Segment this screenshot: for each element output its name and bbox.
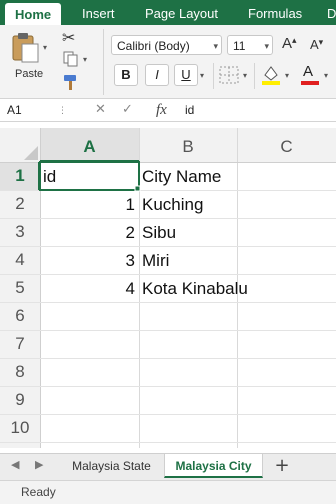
tab-formulas[interactable]: Formulas xyxy=(238,0,312,25)
insert-function-button[interactable]: fx xyxy=(156,99,167,121)
paste-icon xyxy=(12,33,39,63)
tab-home[interactable]: Home xyxy=(5,3,62,25)
column-header-c[interactable]: C xyxy=(237,134,336,160)
sheet-tab-malaysia-state[interactable]: Malaysia State xyxy=(60,454,163,478)
bold-button[interactable]: B xyxy=(114,64,138,86)
row-header-9[interactable]: 9 xyxy=(0,386,40,414)
caret-up-icon: ▴ xyxy=(292,35,297,45)
tab-insert[interactable]: Insert xyxy=(72,0,125,25)
font-size-select[interactable]: 11 ▾ xyxy=(227,35,273,55)
previous-sheet-icon[interactable]: ◀ xyxy=(11,458,19,471)
copy-dropdown-icon[interactable]: ▾ xyxy=(83,55,87,64)
cell-b4[interactable]: Miri xyxy=(139,246,237,274)
sheet-tab-bar: ◀ ▶ Malaysia State Malaysia City + xyxy=(0,453,336,480)
grow-font-button[interactable]: A▴ xyxy=(282,35,297,52)
status-bar: Ready xyxy=(0,480,336,504)
row-header-4[interactable]: 4 xyxy=(0,246,40,274)
row-header-1[interactable]: 1 xyxy=(0,162,40,190)
font-color-dropdown-icon[interactable]: ▾ xyxy=(324,71,328,80)
spreadsheet-grid: A B C 1 2 3 4 5 6 7 8 9 10 id City Name … xyxy=(0,128,336,448)
cut-icon[interactable]: ✂ xyxy=(62,28,75,47)
font-family-select[interactable]: Calibri (Body) ▾ xyxy=(111,35,222,55)
shrink-font-letter: A xyxy=(310,37,319,52)
column-header-a[interactable]: A xyxy=(40,134,139,160)
ribbon: ▾ Paste ✂ ▾ Calibri (Body) ▾ 11 ▾ A▴ A▾ … xyxy=(0,25,336,99)
borders-button[interactable] xyxy=(218,65,240,90)
paste-dropdown-icon[interactable]: ▾ xyxy=(43,43,47,52)
tab-data[interactable]: D xyxy=(317,0,336,25)
cell-a4[interactable]: 3 xyxy=(40,246,139,274)
copy-icon[interactable] xyxy=(63,51,79,71)
fill-color-button[interactable] xyxy=(260,63,282,92)
underline-button[interactable]: U xyxy=(174,64,198,86)
paste-button[interactable] xyxy=(10,32,46,64)
row-header-5[interactable]: 5 xyxy=(0,274,40,302)
status-text: Ready xyxy=(21,485,56,499)
underline-dropdown-icon[interactable]: ▾ xyxy=(200,71,204,80)
row-header-8[interactable]: 8 xyxy=(0,358,40,386)
column-header-b[interactable]: B xyxy=(139,134,237,160)
font-size-value: 11 xyxy=(233,39,246,53)
cell-a3[interactable]: 2 xyxy=(40,218,139,246)
chevron-down-icon: ▾ xyxy=(264,41,269,51)
row-header-2[interactable]: 2 xyxy=(0,190,40,218)
cell-b3[interactable]: Sibu xyxy=(139,218,237,246)
sheet-tab-malaysia-city[interactable]: Malaysia City xyxy=(164,454,263,478)
italic-button[interactable]: I xyxy=(145,64,169,86)
fill-color-icon xyxy=(262,66,280,85)
enter-icon[interactable]: ✓ xyxy=(122,99,133,121)
formula-bar: A1 ⋮ ✕ ✓ fx id xyxy=(0,99,336,122)
chevron-down-icon: ▾ xyxy=(213,41,218,51)
ribbon-divider xyxy=(254,63,255,89)
cell-a2[interactable]: 1 xyxy=(40,190,139,218)
format-painter-icon[interactable] xyxy=(62,73,80,95)
paste-label: Paste xyxy=(15,68,44,80)
font-color-letter: A xyxy=(303,63,314,80)
row-header-7[interactable]: 7 xyxy=(0,330,40,358)
formula-input[interactable]: id xyxy=(185,99,194,121)
font-family-value: Calibri (Body) xyxy=(117,39,190,53)
cell-b5[interactable]: Kota Kinabalu xyxy=(139,274,279,302)
borders-icon xyxy=(219,66,239,84)
font-color-button[interactable]: A xyxy=(299,63,321,92)
next-sheet-icon[interactable]: ▶ xyxy=(35,458,43,471)
ribbon-divider xyxy=(103,29,104,95)
row-header-10[interactable]: 10 xyxy=(0,414,40,442)
cell-a5[interactable]: 4 xyxy=(40,274,139,302)
cancel-icon[interactable]: ✕ xyxy=(95,99,106,121)
row-header-6[interactable]: 6 xyxy=(0,302,40,330)
cell-b1[interactable]: City Name xyxy=(139,162,237,190)
cell-a1[interactable]: id xyxy=(40,162,139,190)
ribbon-divider xyxy=(213,63,214,89)
add-sheet-button[interactable]: + xyxy=(272,455,292,477)
ribbon-tab-bar: Home Insert Page Layout Formulas D xyxy=(0,0,336,25)
grow-font-letter: A xyxy=(282,35,293,52)
borders-dropdown-icon[interactable]: ▾ xyxy=(243,71,247,80)
fill-color-dropdown-icon[interactable]: ▾ xyxy=(285,71,289,80)
cell-b2[interactable]: Kuching xyxy=(139,190,237,218)
tab-page-layout[interactable]: Page Layout xyxy=(135,0,228,25)
chevron-down-icon[interactable]: ⋮ xyxy=(58,100,67,122)
shrink-font-button[interactable]: A▾ xyxy=(310,37,323,52)
row-header-3[interactable]: 3 xyxy=(0,218,40,246)
caret-down-icon: ▾ xyxy=(318,37,324,47)
